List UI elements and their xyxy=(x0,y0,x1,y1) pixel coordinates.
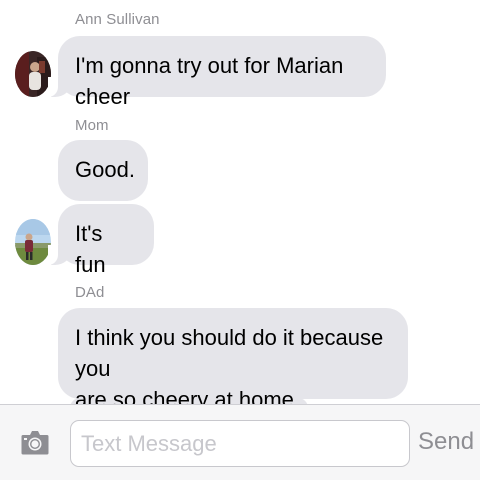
message-text: It's fun xyxy=(75,221,106,277)
message-bubble[interactable]: It's fun xyxy=(48,204,154,277)
message-bubble[interactable]: I'm gonna try out for Marian cheer xyxy=(48,36,386,109)
camera-icon[interactable] xyxy=(19,427,51,459)
sender-name: Ann Sullivan xyxy=(75,11,160,28)
message-composer: Send xyxy=(0,404,480,480)
text-message-input[interactable] xyxy=(70,420,410,467)
avatar[interactable] xyxy=(15,219,51,265)
sender-name: DAd xyxy=(75,284,105,301)
message-thread: Ann Sullivan I'm gonna try out for Maria… xyxy=(0,0,480,404)
message-text-line: I think you should do it because you xyxy=(75,325,384,381)
message-text: I'm gonna try out for Marian cheer xyxy=(75,53,344,109)
send-button[interactable]: Send xyxy=(418,428,474,456)
sender-name: Mom xyxy=(75,117,109,134)
message-text-line: are so cheery at home. xyxy=(75,387,301,404)
avatar[interactable] xyxy=(15,51,51,97)
message-bubble[interactable]: I think you should do it because you are… xyxy=(58,308,408,404)
message-bubble[interactable]: Good. xyxy=(58,140,148,201)
message-text: Good. xyxy=(75,157,135,182)
